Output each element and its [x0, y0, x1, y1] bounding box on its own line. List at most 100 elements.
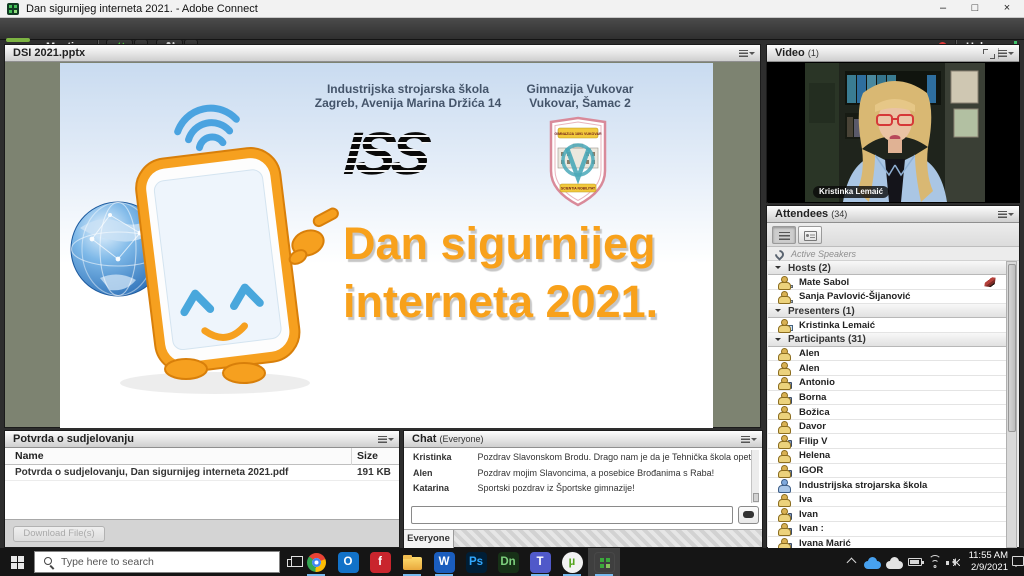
attendee-role-icon [777, 508, 791, 520]
mascot-foot [223, 363, 265, 383]
chat-tab-bar: Everyone [404, 529, 762, 547]
attendee-row[interactable]: Industrijska strojarska škola [768, 478, 1006, 493]
chat-scrollbar[interactable] [751, 450, 759, 503]
clock-time: 11:55 AM [950, 550, 1008, 562]
attendee-group-row[interactable]: Participants (31) [768, 333, 1006, 347]
attendee-row[interactable]: Alen [768, 347, 1006, 362]
video-pod-menu-icon[interactable] [998, 49, 1014, 59]
wifi-icon[interactable] [928, 557, 941, 568]
search-input[interactable] [61, 553, 271, 571]
video-pod-header: Video (1) [767, 45, 1019, 62]
download-files-button[interactable]: Download File(s) [13, 526, 105, 542]
attendee-group-row[interactable]: Presenters (1) [768, 304, 1006, 318]
taskbar-app-explorer[interactable] [396, 548, 428, 576]
chat-pod-menu-icon[interactable] [741, 435, 757, 445]
cloud-icon[interactable] [886, 561, 903, 569]
active-speakers-label: Active Speakers [791, 249, 856, 259]
attendee-name: Alen [799, 348, 820, 359]
iss-logo: ISS [342, 123, 487, 189]
taskbar-app-photoshop[interactable]: Ps [460, 548, 492, 576]
chat-tab-everyone[interactable]: Everyone [404, 530, 454, 548]
column-size[interactable]: Size [357, 450, 378, 462]
attendee-row[interactable]: Borna [768, 391, 1006, 406]
attendee-name: Participants (31) [788, 334, 866, 345]
attendee-list-view-button[interactable] [772, 226, 796, 244]
taskbar-app-flashf[interactable]: f [364, 548, 396, 576]
action-center-icon[interactable] [1012, 556, 1024, 566]
taskbar-app-connect[interactable] [588, 548, 620, 576]
attendee-row[interactable]: Alen [768, 361, 1006, 376]
taskbar-app-chrome[interactable] [300, 548, 332, 576]
attendee-row[interactable]: Antonio [768, 376, 1006, 391]
attendees-pod-menu-icon[interactable] [998, 210, 1014, 220]
taskbar-app-outlook[interactable]: O [332, 548, 364, 576]
battery-icon[interactable] [908, 558, 922, 566]
attendee-row[interactable]: Ivana Marić [768, 537, 1006, 549]
attendee-name: Iva [799, 494, 812, 505]
attendee-row[interactable]: IGOR [768, 464, 1006, 479]
attendee-role-icon [777, 392, 791, 404]
chat-text: Pozdrav Slavonskom Brodu. Drago nam je d… [478, 452, 752, 462]
column-name[interactable]: Name [15, 450, 44, 462]
onedrive-cloud-icon[interactable] [864, 561, 881, 569]
files-pod-footer: Download File(s) [5, 519, 399, 547]
taskbar-app-teams[interactable]: T [524, 548, 556, 576]
taskbar-app-utorrent[interactable]: µ [556, 548, 588, 576]
minimize-button[interactable]: – [928, 0, 958, 18]
attendee-row[interactable]: Helena [768, 449, 1006, 464]
attendee-group-row[interactable]: Hosts (2) [768, 261, 1006, 275]
file-row[interactable]: Potvrda o sudjelovanju, Dan sigurnijeg i… [5, 465, 399, 481]
webcam-feed-image [805, 63, 985, 202]
attendee-row[interactable]: Sanja Pavlović-Šijanović [768, 290, 1006, 305]
windows-taskbar: O f W Ps Dn T µ 11:55 AM [0, 548, 1024, 576]
taskbar-search[interactable] [34, 551, 280, 573]
chat-pod: Chat (Everyone) Kristinka Pozdrav Slavon… [403, 430, 763, 548]
attendee-row[interactable]: Ivan [768, 507, 1006, 522]
drawing-pencil-icon [984, 276, 995, 287]
attendee-row[interactable]: Filip V [768, 434, 1006, 449]
share-pod: DSI 2021.pptx [4, 44, 761, 428]
chat-scope: (Everyone) [440, 434, 484, 444]
taskbar-apps: O f W Ps Dn T µ [300, 548, 620, 576]
attendee-row[interactable]: Kristinka Lemaić [768, 318, 1006, 333]
screen: Dan sigurnijeg interneta 2021. - Adobe C… [0, 0, 1024, 576]
attendee-row[interactable]: Mate Sabol [768, 275, 1006, 290]
school-right-text: Gimnazija Vukovar Vukovar, Šamac 2 [510, 82, 650, 110]
close-button[interactable]: × [992, 0, 1022, 18]
taskbar-app-dimension[interactable]: Dn [492, 548, 524, 576]
attendee-name: Kristinka Lemaić [799, 320, 875, 331]
wifi-waves-icon [174, 103, 240, 152]
attendee-row[interactable]: Davor [768, 420, 1006, 435]
attendee-name: Antonio [799, 377, 835, 388]
files-pod-menu-icon[interactable] [378, 435, 394, 445]
attendee-row[interactable]: Ivan : [768, 522, 1006, 537]
start-button[interactable] [0, 548, 34, 576]
speech-bubble-icon [743, 511, 754, 518]
taskbar-clock[interactable]: 11:55 AM 2/9/2021 [950, 550, 1008, 574]
attendee-role-icon [777, 377, 791, 389]
school-left-text: Industrijska strojarska škola Zagreb, Av… [308, 82, 508, 110]
attendees-scrollbar[interactable] [1006, 261, 1017, 548]
attendee-role-icon [777, 348, 791, 360]
chat-message: Alen Pozdrav mojim Slavoncima, a posebic… [406, 466, 752, 482]
attendee-row[interactable]: Božica [768, 405, 1006, 420]
fullscreen-icon[interactable] [983, 49, 995, 59]
maximize-button[interactable]: □ [960, 0, 990, 18]
tray-expand-chevron-icon[interactable] [847, 558, 857, 568]
chat-input[interactable] [411, 506, 733, 524]
taskbar-app-word[interactable]: W [428, 548, 460, 576]
presentation-slide: Industrijska strojarska škola Zagreb, Av… [60, 63, 713, 428]
send-message-button[interactable] [738, 506, 759, 524]
chat-message-list: Kristinka Pozdrav Slavonskom Brodu. Drag… [406, 450, 752, 502]
attendees-toolbar [767, 223, 1019, 247]
search-icon [44, 557, 52, 565]
files-pod: Potvrda o sudjelovanju Name Size Potvrda… [4, 430, 400, 548]
attendee-row[interactable]: Iva [768, 493, 1006, 508]
share-pod-menu-icon[interactable] [739, 49, 755, 59]
group-collapse-caret-icon [775, 338, 781, 344]
phone-mascot [133, 145, 303, 376]
chat-pod-header: Chat (Everyone) [404, 431, 762, 448]
attendee-name: Sanja Pavlović-Šijanović [799, 291, 910, 302]
attendee-detail-view-button[interactable] [798, 226, 822, 244]
window-title: Dan sigurnijeg interneta 2021. - Adobe C… [26, 0, 258, 18]
